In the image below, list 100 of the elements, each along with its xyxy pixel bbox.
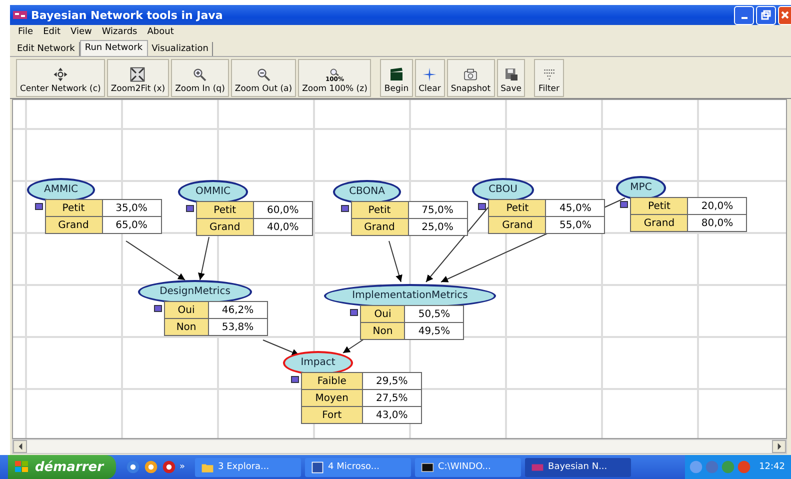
state-probability: 46,2% [208, 302, 268, 318]
node-handle-icon[interactable] [350, 309, 358, 316]
horizontal-scrollbar[interactable] [12, 439, 787, 454]
state-label: Grand [196, 218, 254, 236]
state-probability: 55,0% [546, 216, 605, 234]
edge-arrow [388, 240, 402, 282]
zoom-in-icon [192, 67, 208, 82]
taskbar-button[interactable]: C:\WINDO... [415, 458, 522, 476]
state-label: Petit [630, 198, 688, 214]
save-icon [504, 67, 519, 82]
app-icon [13, 10, 27, 20]
node-handle-icon[interactable] [34, 203, 43, 210]
windows-flag-icon [14, 460, 30, 474]
node-ellipse[interactable]: AMMIC [27, 178, 95, 202]
node-handle-icon[interactable] [186, 205, 194, 212]
state-probability: 40,0% [253, 218, 312, 236]
state-label: Non [164, 318, 208, 336]
toolbar-button[interactable]: Zoom2Fit (x) [106, 59, 170, 97]
node-handle-icon[interactable] [340, 205, 349, 212]
state-probability: 75,0% [408, 202, 468, 218]
scroll-left-button[interactable] [13, 440, 27, 453]
menu-item[interactable]: View [66, 27, 97, 37]
clock: 12:42 [759, 462, 785, 472]
dot-pattern-icon [542, 67, 556, 82]
tab[interactable]: Run Network [80, 40, 148, 56]
node-ellipse[interactable]: CBOU [472, 178, 534, 202]
state-probability: 53,8% [208, 318, 268, 336]
restore-icon [761, 10, 771, 20]
state-label: Petit [196, 202, 254, 218]
restore-button[interactable] [756, 6, 776, 24]
state-label: Grand [488, 216, 546, 234]
state-label: Petit [351, 202, 408, 218]
node-ellipse[interactable]: ImplementationMetrics [324, 284, 496, 308]
state-label: Petit [488, 200, 546, 216]
edge-arrow [262, 340, 300, 356]
toolbar-button[interactable]: Clear [414, 59, 445, 97]
document-icon [311, 460, 324, 474]
taskbar-button[interactable]: 3 Explora... [195, 458, 302, 476]
tab[interactable]: Visualization [148, 42, 214, 56]
state-label: Oui [164, 302, 208, 318]
toolbar-button[interactable]: Zoom In (q) [171, 59, 229, 97]
node-ellipse[interactable]: DesignMetrics [138, 280, 252, 304]
state-label: Faible [301, 372, 362, 390]
menu-item[interactable]: File [13, 27, 38, 37]
menu-item[interactable]: Edit [38, 27, 66, 37]
node-ellipse[interactable]: CBONA [333, 180, 401, 204]
node-ellipse[interactable]: OMMIC [178, 180, 248, 204]
node-handle-icon[interactable] [290, 376, 299, 383]
menu-item[interactable]: About [142, 27, 179, 37]
toolbar-button[interactable]: Filter [534, 59, 564, 97]
state-probability: 20,0% [688, 198, 747, 214]
node-ellipse[interactable]: MPC [616, 176, 666, 200]
state-probability: 43,0% [362, 406, 422, 424]
toolbar-button[interactable]: Save [496, 59, 526, 97]
scroll-right-button[interactable] [772, 440, 786, 453]
menu-item[interactable]: Wizards [96, 27, 142, 37]
state-probability: 29,5% [362, 372, 422, 390]
edge-arrow [198, 236, 210, 280]
right-arrow-icon [776, 443, 782, 450]
taskbar-button[interactable]: 4 Microso... [305, 458, 412, 476]
fit-arrows-icon [130, 67, 146, 82]
toolbar-button[interactable]: Center Network (c) [16, 59, 105, 97]
state-label: Grand [630, 214, 688, 232]
sparkle-icon [422, 67, 438, 82]
state-label: Grand [45, 216, 102, 234]
more-chevron[interactable]: » [180, 462, 186, 472]
window-title: Bayesian Network tools in Java [31, 8, 224, 22]
taskbar-button[interactable]: Bayesian N... [525, 458, 632, 476]
toolbar-button[interactable]: Zoom Out (a) [230, 59, 296, 97]
state-label: Oui [360, 306, 405, 322]
state-label: Moyen [301, 390, 362, 406]
state-label: Petit [45, 200, 102, 216]
state-probability: 27,5% [362, 390, 422, 406]
state-probability: 65,0% [102, 216, 162, 234]
left-arrow-icon [18, 443, 22, 450]
state-probability: 80,0% [688, 214, 747, 232]
state-probability: 45,0% [546, 200, 605, 216]
node-handle-icon[interactable] [154, 305, 162, 312]
state-label: Grand [351, 218, 408, 236]
state-probability: 49,5% [404, 322, 464, 340]
minimize-button[interactable] [734, 6, 754, 24]
close-button[interactable] [778, 6, 791, 24]
node-handle-icon[interactable] [478, 203, 486, 210]
move-arrows-icon [52, 67, 68, 82]
state-probability: 50,5% [404, 306, 464, 322]
close-icon [780, 10, 790, 20]
toolbar-button[interactable]: Begin [380, 59, 413, 97]
edge-arrow [126, 240, 186, 280]
state-probability: 60,0% [253, 202, 312, 218]
zoom-out-icon [256, 67, 271, 82]
toolbar-button[interactable]: Snapshot [446, 59, 495, 97]
minimize-icon [740, 17, 748, 19]
state-label: Non [360, 322, 405, 340]
state-probability: 35,0% [102, 200, 162, 216]
state-probability: 25,0% [408, 218, 468, 236]
clapperboard-icon [389, 67, 404, 82]
console-icon [421, 460, 434, 474]
node-handle-icon[interactable] [620, 201, 628, 208]
state-label: Fort [301, 406, 362, 424]
camera-icon [463, 67, 478, 82]
